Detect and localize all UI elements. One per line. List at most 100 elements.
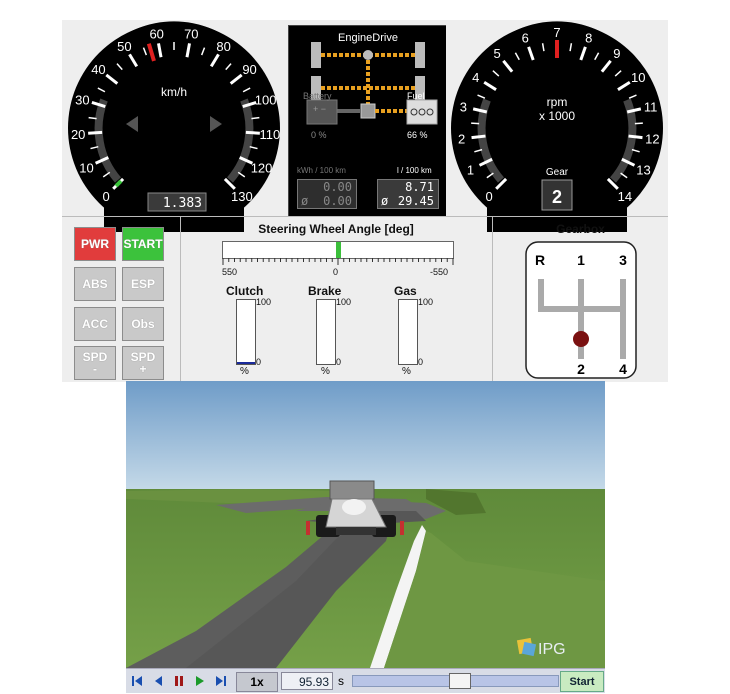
- rpm-tick-label: 1: [467, 163, 474, 178]
- assist-buttons-panel: PWR START ABS ESP ACC Obs SPD - SPD +: [62, 216, 181, 383]
- gas-min: 0: [418, 357, 424, 367]
- rpm-tick-label: 6: [522, 30, 529, 45]
- speed-tick-label: 10: [79, 160, 93, 175]
- spd-plus-button[interactable]: SPD +: [122, 346, 164, 380]
- gear-r-label: R: [535, 252, 545, 268]
- fuel-label: Fuel: [407, 91, 425, 101]
- skip-to-start-button[interactable]: [128, 672, 146, 690]
- abs-button[interactable]: ABS: [74, 267, 116, 301]
- dashboard-panel: 0 10 20 30 40 50 60 70 80 90 100 110 120 130 km/h 1.3…: [62, 20, 668, 383]
- kwh-avg-symbol: ø: [301, 194, 309, 208]
- steering-center-label: 0: [333, 267, 339, 277]
- fuel-consumption-average: 29.45: [397, 194, 434, 208]
- kwh-display: 0.00 ø 0.00: [297, 179, 357, 209]
- rpm-tick-label: 12: [645, 132, 659, 147]
- speedometer: 0 10 20 30 40 50 60 70 80 90 100 110 120 130 km/h 1.3…: [64, 20, 284, 234]
- playback-controls: 1x 95.93 s Start: [126, 668, 605, 693]
- rpm-unit-label: rpm: [547, 95, 568, 109]
- pause-button[interactable]: [170, 672, 188, 690]
- clutch-max: 100: [256, 297, 272, 307]
- speed-tick-label: 80: [216, 39, 230, 54]
- spd-plus-sign: +: [139, 362, 147, 376]
- ipg-logo-text: IPG: [538, 641, 566, 658]
- kwh-average: 0.00: [323, 194, 352, 208]
- speed-tick-label: 40: [91, 62, 105, 77]
- rpm-tick-label: 7: [553, 25, 560, 40]
- steering-pedals-panel: Steering Wheel Angle [deg] 550 0 -550 Cl…: [180, 216, 493, 383]
- pwr-button[interactable]: PWR: [74, 227, 116, 261]
- play-button[interactable]: [191, 672, 209, 690]
- speed-tick-label: 130: [231, 189, 253, 204]
- rpm-tick: [471, 134, 486, 140]
- time-slider[interactable]: [352, 673, 559, 689]
- battery-label: Battery: [303, 91, 332, 101]
- rpm-tick-label: 3: [460, 100, 467, 115]
- rpm-tick-label: 2: [458, 132, 465, 147]
- speed-tick-label: 110: [259, 127, 280, 142]
- step-back-icon: [155, 676, 162, 686]
- speed-tick-label: 120: [251, 160, 273, 175]
- sim-time-display: 95.93: [281, 672, 333, 690]
- start-button[interactable]: START: [122, 227, 164, 261]
- speed-tick-label: 50: [117, 39, 131, 54]
- acc-button[interactable]: ACC: [74, 307, 116, 341]
- gear-indicator: 2: [552, 187, 562, 207]
- fuel-percent: 66 %: [407, 130, 428, 140]
- gear-label: Gear: [546, 167, 569, 178]
- speed-tick-label: 0: [103, 189, 110, 204]
- rpm-tick-label: 11: [644, 100, 658, 115]
- fuel-consumption-display: 8.71 ø 29.45: [377, 179, 439, 209]
- clutch-gauge: [236, 299, 256, 365]
- steering-bar: [222, 241, 454, 259]
- steering-right-label: -550: [430, 267, 449, 277]
- sim-time-unit: s: [338, 674, 344, 688]
- rpm-tick-label: 5: [494, 46, 501, 61]
- clutch-min: 0: [256, 357, 262, 367]
- time-slider-handle[interactable]: [449, 673, 471, 689]
- steering-scale: [222, 258, 454, 265]
- obs-button[interactable]: Obs: [122, 307, 164, 341]
- gas-max: 100: [418, 297, 434, 307]
- svg-text:+ −: + −: [313, 104, 326, 114]
- speed-tick: [88, 130, 103, 135]
- spd-minus-button[interactable]: SPD -: [74, 346, 116, 380]
- spd-minus-sign: -: [93, 362, 97, 376]
- rpm-tick-label: 0: [486, 189, 493, 204]
- brake-min: 0: [336, 357, 342, 367]
- tachometer-dial: 0123456 7 891011121314 rpm x 1000 Gear 2: [446, 20, 668, 234]
- playback-speed-button[interactable]: 1x: [236, 672, 278, 692]
- simulation-viewport[interactable]: IPG: [126, 381, 605, 668]
- speed-tick-label: 90: [242, 62, 256, 77]
- rpm-tick-label: 10: [631, 70, 645, 85]
- esp-button[interactable]: ESP: [122, 267, 164, 301]
- skip-end-icon: [216, 676, 226, 686]
- tachometer: 0 1 2 3 4 5 6 7 8 9 10 11 12 13 14 rpm x 1000 Gear 2: [446, 20, 668, 234]
- speed-unit-label: km/h: [161, 85, 187, 99]
- skip-to-end-button[interactable]: [212, 672, 230, 690]
- rpm-tick-label: 14: [618, 189, 632, 204]
- gear-knob: [573, 331, 589, 347]
- odometer-readout: 1.383: [163, 196, 202, 211]
- brake-unit: %: [321, 366, 330, 377]
- speed-tick-label: 30: [75, 92, 89, 107]
- fuel-consumption-current: 8.71: [405, 180, 434, 194]
- brake-gauge: [316, 299, 336, 365]
- gear-shift-pattern: R 1 3 2 4: [525, 241, 637, 379]
- rpm-tick: [628, 134, 643, 140]
- gear-1-label: 1: [577, 252, 585, 268]
- brake-label: Brake: [308, 284, 342, 298]
- rpm-tick-label: 13: [636, 163, 650, 178]
- rpm-tick-label: 4: [472, 70, 479, 85]
- speed-tick: [245, 130, 260, 135]
- gas-unit: %: [402, 366, 411, 377]
- rpm-multiplier-label: x 1000: [539, 109, 575, 123]
- pause-icon: [175, 676, 183, 686]
- drivetrain-diagram: + −: [306, 42, 438, 125]
- brake-max: 100: [336, 297, 352, 307]
- start-sim-button[interactable]: Start: [560, 671, 604, 692]
- gas-gauge: [398, 299, 418, 365]
- fuel-consumption-label: l / 100 km: [397, 166, 432, 175]
- step-back-button[interactable]: [149, 672, 167, 690]
- speed-tick-label: 60: [149, 27, 163, 42]
- fuel-avg-symbol: ø: [381, 194, 389, 208]
